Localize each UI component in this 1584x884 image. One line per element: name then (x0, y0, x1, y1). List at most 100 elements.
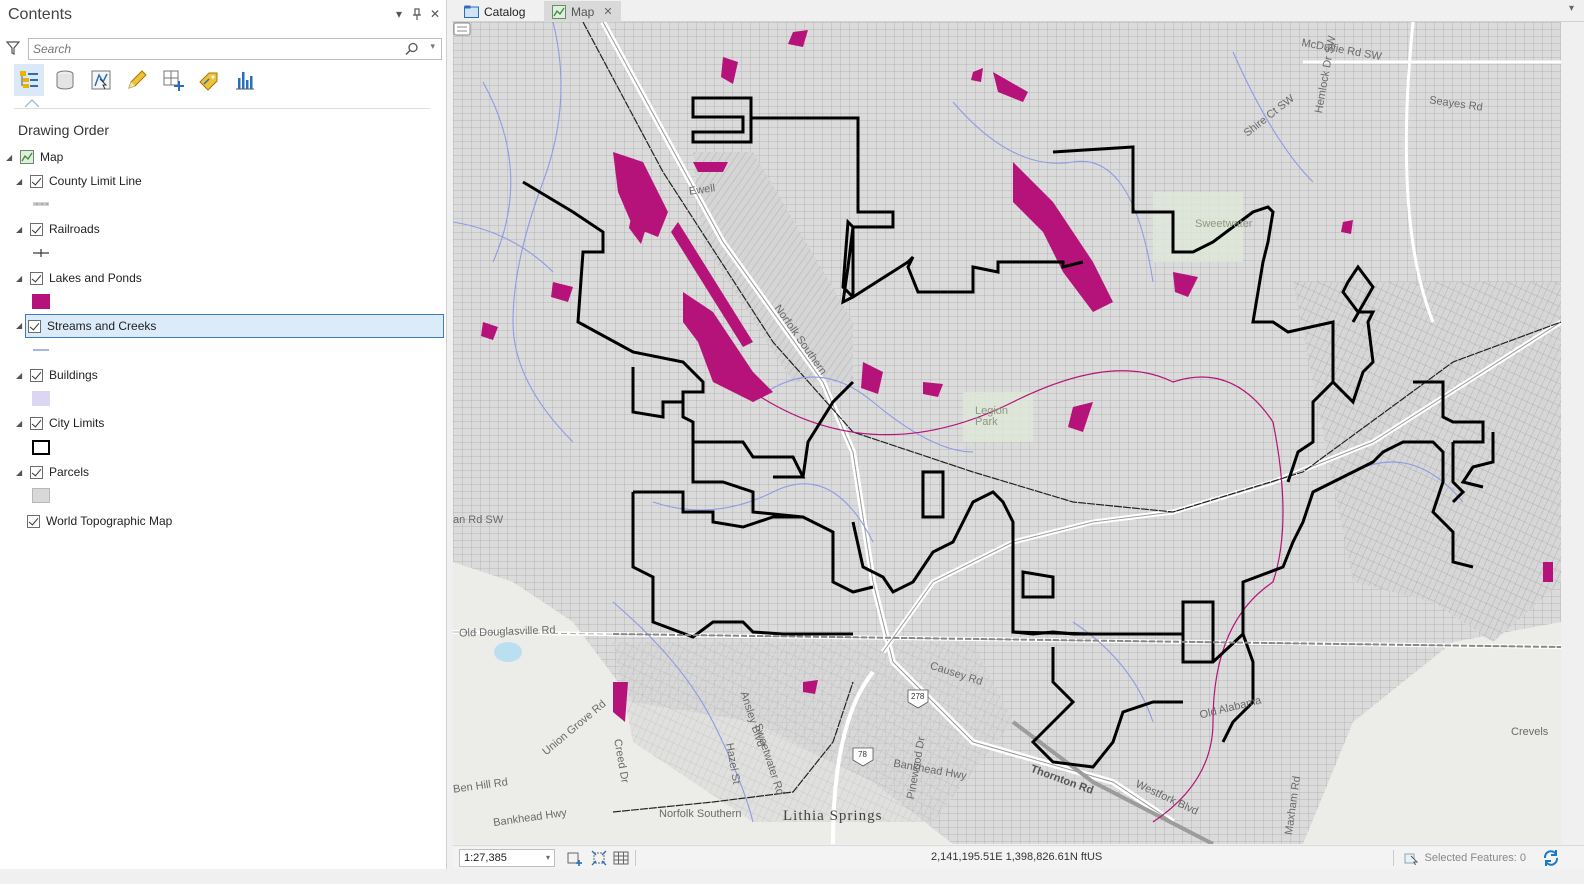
close-icon[interactable]: ✕ (429, 6, 441, 22)
tab-list-dropdown-icon[interactable]: ▾ (1569, 3, 1574, 14)
map-status-bar: 1:27,385 ▾ 2,141,195.51E 1,398,826.61N f… (453, 845, 1584, 869)
selected-features-indicator[interactable]: Selected Features: 0 (1404, 851, 1526, 865)
list-by-labeling-icon (199, 72, 218, 91)
coordinate-readout: 2,141,195.51E 1,398,826.61N ftUS (931, 851, 1103, 863)
layer-buildings[interactable]: ◢ Buildings (16, 364, 98, 386)
city-limits-symbol[interactable] (32, 440, 50, 455)
layer-visibility-checkbox[interactable] (30, 416, 43, 430)
toolbar-divider (14, 108, 430, 109)
collapse-triangle-icon[interactable]: ◢ (6, 153, 16, 162)
parcels-symbol[interactable] (32, 488, 50, 503)
map-label: Legion Park (975, 405, 1009, 428)
catalog-icon (464, 5, 479, 18)
active-view-caret-icon (24, 99, 40, 107)
status-divider (635, 850, 636, 866)
layer-label: City Limits (49, 416, 105, 430)
map-node-label: Map (40, 150, 64, 164)
tab-catalog[interactable]: Catalog (456, 1, 533, 22)
list-by-charts-button[interactable] (230, 64, 260, 96)
search-icon[interactable] (405, 42, 419, 56)
contents-toolbar (14, 64, 434, 100)
list-by-drawing-order-icon (20, 71, 38, 88)
layer-label: Railroads (49, 222, 100, 236)
view-tabs: Catalog Map ✕ ▾ (452, 0, 1584, 22)
selected-features-count: Selected Features: 0 (1424, 852, 1526, 864)
close-tab-icon[interactable]: ✕ (603, 5, 612, 18)
layer-lakes-and-ponds[interactable]: ◢ Lakes and Ponds (16, 267, 142, 289)
pond (494, 642, 522, 662)
map-node[interactable]: ◢ Map (6, 146, 63, 168)
tab-map[interactable]: Map ✕ (544, 1, 621, 22)
map-view[interactable]: McDuffie Rd SW Seayes Rd Hemlock Dr SW S… (453, 22, 1561, 844)
collapse-triangle-icon[interactable]: ◢ (16, 177, 26, 186)
chevron-down-icon[interactable]: ▾ (546, 850, 550, 866)
lithia-springs-label: Lithia Springs (783, 808, 883, 824)
filter-icon[interactable] (6, 41, 20, 55)
list-by-source-button[interactable] (50, 64, 80, 96)
list-by-snapping-icon (163, 70, 184, 91)
layer-visibility-checkbox[interactable] (30, 222, 43, 236)
pane-options-icon[interactable]: ▾ (393, 6, 405, 22)
list-by-source-icon (56, 70, 74, 90)
railroads-symbol[interactable] (32, 247, 50, 259)
layer-visibility-checkbox[interactable] (27, 514, 40, 528)
layer-parcels[interactable]: ◢ Parcels (16, 461, 89, 483)
map-label: an Rd SW (453, 514, 504, 526)
layer-visibility-checkbox[interactable] (30, 368, 43, 382)
map-label: Crevels (1511, 726, 1549, 738)
list-by-selection-button[interactable] (86, 64, 116, 96)
layer-label: World Topographic Map (46, 514, 173, 528)
layer-label: Lakes and Ponds (49, 271, 142, 285)
route-278-label: 278 (911, 692, 925, 701)
list-by-labeling-button[interactable] (194, 64, 224, 96)
grid-icon[interactable] (613, 850, 629, 866)
list-by-snapping-button[interactable] (158, 64, 188, 96)
contents-title: Contents (8, 6, 73, 23)
route-78-label: 78 (858, 750, 867, 759)
layer-visibility-checkbox[interactable] (28, 319, 41, 333)
search-box[interactable]: ▾ (28, 38, 442, 60)
lakes-and-ponds-symbol[interactable] (32, 294, 50, 309)
layer-streams-and-creeks[interactable]: Streams and Creeks (25, 314, 444, 338)
layer-label: Buildings (49, 368, 98, 382)
map-label: Norfolk Southern (659, 808, 742, 820)
status-divider (1393, 850, 1394, 866)
map-canvas[interactable] (453, 22, 1561, 844)
streams-and-creeks-symbol[interactable] (32, 345, 50, 355)
collapse-triangle-icon[interactable]: ◢ (16, 419, 26, 428)
buildings-symbol[interactable] (32, 391, 50, 406)
layer-visibility-checkbox[interactable] (30, 174, 43, 188)
scale-value: 1:27,385 (464, 852, 507, 864)
collapse-triangle-icon[interactable]: ◢ (16, 225, 26, 234)
pin-icon[interactable] (411, 6, 423, 22)
layer-county-limit-line[interactable]: ◢ County Limit Line (16, 170, 142, 192)
layer-railroads[interactable]: ◢ Railroads (16, 218, 100, 240)
scale-dropdown[interactable]: 1:27,385 ▾ (459, 849, 555, 867)
list-by-drawing-order-button[interactable] (14, 64, 44, 96)
layer-label: County Limit Line (49, 174, 142, 188)
collapse-triangle-icon[interactable]: ◢ (16, 321, 22, 330)
full-extent-icon[interactable] (591, 850, 607, 866)
collapse-triangle-icon[interactable]: ◢ (16, 468, 26, 477)
collapse-triangle-icon[interactable]: ◢ (16, 274, 26, 283)
layer-world-topographic-map[interactable]: World Topographic Map (27, 510, 172, 532)
county-limit-line-symbol[interactable] (32, 199, 50, 209)
window-bottom-edge (0, 869, 1584, 884)
drawing-order-heading: Drawing Order (18, 122, 110, 138)
search-input[interactable] (29, 39, 399, 59)
refresh-icon[interactable] (1542, 849, 1560, 867)
search-options-icon[interactable]: ▾ (430, 41, 435, 52)
layer-visibility-checkbox[interactable] (30, 271, 43, 285)
map-icon (552, 4, 566, 19)
list-by-editing-button[interactable] (122, 64, 152, 96)
map-label: Sweetwater (1195, 218, 1253, 230)
layer-city-limits[interactable]: ◢ City Limits (16, 412, 104, 434)
arcgis-pro-window: Contents ▾ ✕ ▾ (0, 0, 1584, 884)
list-by-selection-icon (91, 70, 111, 90)
contents-pane: Contents ▾ ✕ ▾ (0, 0, 447, 884)
fixed-zoom-in-icon[interactable] (567, 850, 583, 866)
list-by-charts-icon (236, 72, 254, 90)
map-notes-icon[interactable] (453, 22, 471, 36)
layer-visibility-checkbox[interactable] (30, 465, 43, 479)
collapse-triangle-icon[interactable]: ◢ (16, 371, 26, 380)
